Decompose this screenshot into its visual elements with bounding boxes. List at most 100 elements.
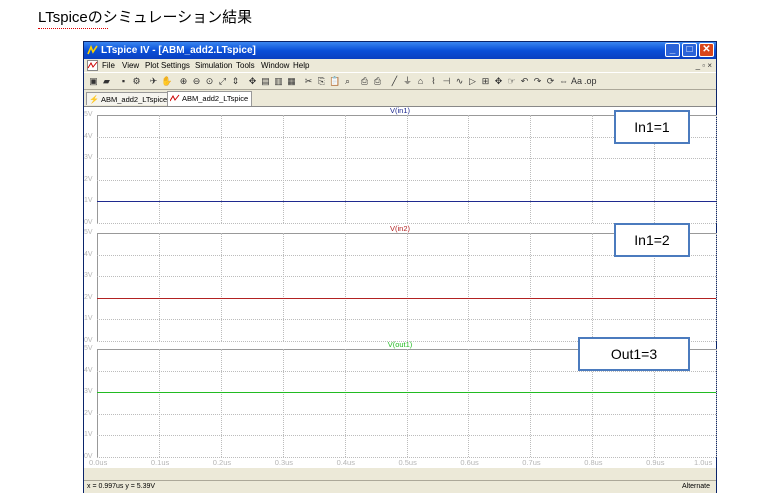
grid-vline bbox=[592, 233, 594, 341]
redo-icon[interactable]: ↷ bbox=[532, 76, 543, 87]
grid-vline bbox=[282, 115, 284, 223]
zoom-out-icon[interactable]: ⊖ bbox=[191, 76, 202, 87]
grid-vline bbox=[220, 233, 222, 341]
y-tick-label: 5V bbox=[84, 345, 93, 352]
cursor-readout: x = 0.997us y = 5.39V bbox=[87, 483, 156, 490]
paste-icon[interactable]: 📋 bbox=[329, 76, 340, 87]
grid-vline bbox=[468, 233, 470, 341]
x-tick-label: 0.6us bbox=[460, 458, 479, 467]
menu-plot-settings[interactable]: Plot Settings bbox=[145, 59, 190, 72]
trace-v-in2[interactable] bbox=[97, 297, 716, 299]
menu-view[interactable]: View bbox=[122, 59, 139, 72]
grid-vline bbox=[344, 115, 346, 223]
y-tick-label: 1V bbox=[84, 197, 93, 205]
grid-vline bbox=[716, 115, 717, 223]
x-tick-label: 0.8us bbox=[584, 458, 603, 467]
y-tick-label: 3V bbox=[84, 154, 93, 162]
menu-tools[interactable]: Tools bbox=[236, 59, 255, 72]
resistor-icon[interactable]: ⌇ bbox=[428, 76, 439, 87]
tab-waveform[interactable]: ABM_add2_LTspice bbox=[167, 91, 253, 106]
grid-vline bbox=[344, 349, 346, 457]
value-annotation: In1=2 bbox=[614, 223, 690, 257]
wire-icon[interactable]: ╱ bbox=[389, 76, 400, 87]
mirror-icon[interactable]: ⇔ bbox=[558, 76, 569, 87]
x-tick-label: 0.4us bbox=[336, 458, 355, 467]
trace-v-in1[interactable] bbox=[97, 201, 716, 203]
zoom-area-icon[interactable]: ⊙ bbox=[204, 76, 215, 87]
cut-icon[interactable]: ✂ bbox=[303, 76, 314, 87]
close-button[interactable]: ✕ bbox=[699, 43, 714, 57]
print-icon[interactable]: ⎙ bbox=[372, 76, 383, 87]
new-schematic-icon[interactable]: ▣ bbox=[88, 76, 99, 87]
tab-schematic[interactable]: ⚡ ABM_add2_LTspice bbox=[86, 92, 172, 105]
window-title: LTspice IV - [ABM_add2.LTspice] bbox=[101, 45, 256, 56]
y-tick-label: 3V bbox=[84, 272, 93, 280]
autorange-icon[interactable]: ⇕ bbox=[230, 76, 241, 87]
cascade-icon[interactable]: ▦ bbox=[286, 76, 297, 87]
copy-icon[interactable]: ⎘ bbox=[316, 76, 327, 87]
run-icon[interactable]: ✈ bbox=[148, 76, 159, 87]
menu-bar: File View Plot Settings Simulation Tools… bbox=[84, 59, 716, 72]
print-preview-icon[interactable]: ⎙ bbox=[359, 76, 370, 87]
x-tick-label: 0.7us bbox=[522, 458, 541, 467]
y-tick-label: 1V bbox=[84, 315, 93, 323]
grid-vline bbox=[468, 349, 470, 457]
undo-icon[interactable]: ↶ bbox=[519, 76, 530, 87]
y-tick-label: 2V bbox=[84, 293, 93, 301]
menu-simulation[interactable]: Simulation bbox=[195, 59, 232, 72]
menu-help[interactable]: Help bbox=[293, 59, 309, 72]
grid-vline bbox=[158, 349, 160, 457]
text-icon[interactable]: Aa bbox=[571, 76, 582, 87]
grid-vline bbox=[220, 349, 222, 457]
component-icon[interactable]: ⊞ bbox=[480, 76, 491, 87]
zoom-fit-icon[interactable]: ⤢ bbox=[217, 76, 228, 87]
diode-icon[interactable]: ▷ bbox=[467, 76, 478, 87]
grid-vline bbox=[282, 349, 284, 457]
move-icon[interactable]: ✥ bbox=[493, 76, 504, 87]
spellcheck-underline bbox=[38, 25, 108, 29]
minimize-button[interactable]: _ bbox=[665, 43, 680, 57]
mdi-controls[interactable]: _ ▫ × bbox=[696, 59, 712, 72]
maximize-button[interactable]: □ bbox=[682, 43, 697, 57]
save-icon[interactable]: ▪ bbox=[118, 76, 129, 87]
drag-icon[interactable]: ☞ bbox=[506, 76, 517, 87]
ltspice-app-icon bbox=[87, 45, 98, 55]
rotate-icon[interactable]: ⟳ bbox=[545, 76, 556, 87]
tab-label: ABM_add2_LTspice bbox=[101, 95, 168, 104]
capacitor-icon[interactable]: ⊣ bbox=[441, 76, 452, 87]
waveform-plot-area[interactable]: V(in1) 5V 4V 3V 2V 1V 0V In1=1 V(in2) 5V 4V 3V 2V 1V 0… bbox=[84, 106, 717, 468]
find-icon[interactable]: ⌕ bbox=[342, 76, 353, 87]
pan-icon[interactable]: ✥ bbox=[247, 76, 258, 87]
grid-vline bbox=[716, 349, 717, 457]
x-tick-label: 0.1us bbox=[150, 458, 170, 467]
halt-icon[interactable]: ✋ bbox=[161, 76, 172, 87]
label-icon[interactable]: ⌂ bbox=[415, 76, 426, 87]
trace-v-out1[interactable] bbox=[97, 392, 716, 394]
menu-file[interactable]: File bbox=[102, 59, 115, 72]
tab-label: ABM_add2_LTspice bbox=[182, 94, 249, 103]
tile-vertical-icon[interactable]: ▥ bbox=[273, 76, 284, 87]
status-bar: x = 0.997us y = 5.39V Alternate bbox=[84, 480, 716, 493]
x-tick-label: 0.3us bbox=[274, 458, 294, 467]
grid-vline bbox=[530, 115, 532, 223]
grid-vline bbox=[158, 115, 160, 223]
x-tick-label: 0.2us bbox=[212, 458, 232, 467]
spice-directive-icon[interactable]: .op bbox=[584, 76, 597, 87]
page-caption: LTspiceのシミュレーション結果 bbox=[38, 9, 253, 26]
inductor-icon[interactable]: ∿ bbox=[454, 76, 465, 87]
y-tick-label: 3V bbox=[84, 388, 93, 396]
title-bar[interactable]: LTspice IV - [ABM_add2.LTspice] _ □ ✕ bbox=[84, 42, 716, 59]
menu-window[interactable]: Window bbox=[261, 59, 289, 72]
waveform-icon bbox=[170, 94, 180, 102]
grid-vline bbox=[158, 233, 160, 341]
open-icon[interactable]: ▰ bbox=[101, 76, 112, 87]
grid-vline bbox=[716, 233, 717, 341]
grid-vline bbox=[530, 349, 532, 457]
status-mode: Alternate bbox=[681, 483, 710, 490]
y-tick-label: 2V bbox=[84, 409, 93, 417]
control-panel-icon[interactable]: ⚙ bbox=[131, 76, 142, 87]
tile-horizontal-icon[interactable]: ▤ bbox=[260, 76, 271, 87]
ground-icon[interactable]: ⏚ bbox=[402, 76, 413, 87]
grid-vline bbox=[406, 115, 408, 223]
zoom-in-icon[interactable]: ⊕ bbox=[178, 76, 189, 87]
